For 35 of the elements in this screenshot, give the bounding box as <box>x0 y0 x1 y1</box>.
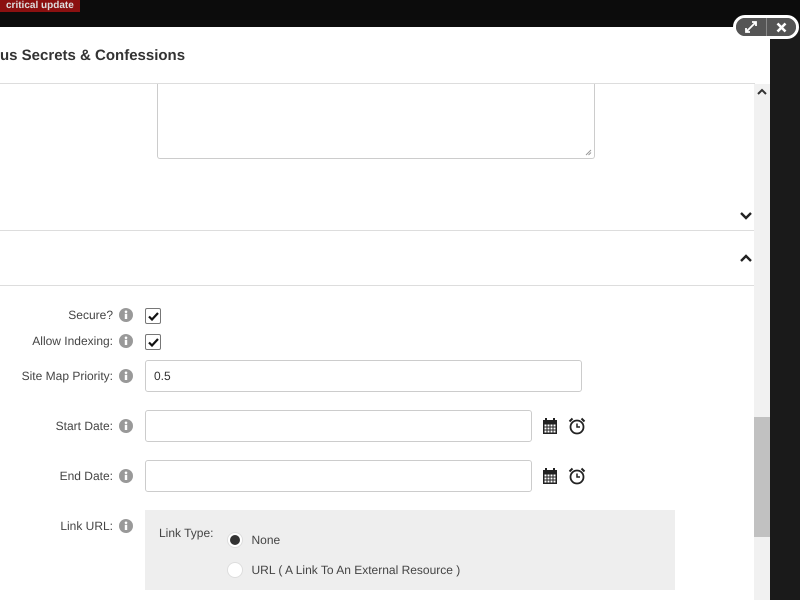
update-badge: critical update <box>0 0 80 12</box>
date-field[interactable] <box>145 410 532 442</box>
radio-option[interactable]: URL ( A Link To An External Resource ) <box>227 562 460 578</box>
info-icon[interactable] <box>119 369 133 383</box>
chevron-up-icon[interactable] <box>740 254 752 262</box>
field-label: Site Map Priority: <box>22 369 113 383</box>
chevron-down-icon[interactable] <box>740 212 752 220</box>
link-type-label: Link Type: <box>159 526 214 542</box>
date-field[interactable] <box>145 460 532 492</box>
field-label: Start Date: <box>56 419 113 433</box>
text-field[interactable]: 0.5 <box>145 360 582 392</box>
scroll-up-icon[interactable] <box>757 88 767 95</box>
field-label: Link URL: <box>60 519 113 533</box>
close-icon <box>776 22 787 32</box>
close-button[interactable] <box>766 18 796 36</box>
resize-grip-icon[interactable] <box>585 149 592 156</box>
calendar-icon[interactable] <box>542 468 558 484</box>
scroll-thumb[interactable] <box>754 417 770 537</box>
info-icon[interactable] <box>119 519 133 533</box>
info-icon[interactable] <box>119 334 133 348</box>
checkbox[interactable] <box>145 308 161 324</box>
info-icon[interactable] <box>119 308 133 322</box>
radio-option[interactable]: None <box>227 532 460 548</box>
expand-icon <box>745 21 757 33</box>
calendar-icon[interactable] <box>542 418 558 434</box>
field-label: End Date: <box>60 469 113 483</box>
scrollbar[interactable] <box>754 84 770 600</box>
checkbox[interactable] <box>145 334 161 350</box>
alarm-clock-icon[interactable] <box>568 467 586 485</box>
field-label: Secure? <box>68 308 113 322</box>
dialog-title: us Secrets & Confessions <box>0 46 186 64</box>
alarm-clock-icon[interactable] <box>568 417 586 435</box>
info-icon[interactable] <box>119 419 133 433</box>
info-icon[interactable] <box>119 469 133 483</box>
field-label: Allow Indexing: <box>32 334 113 348</box>
